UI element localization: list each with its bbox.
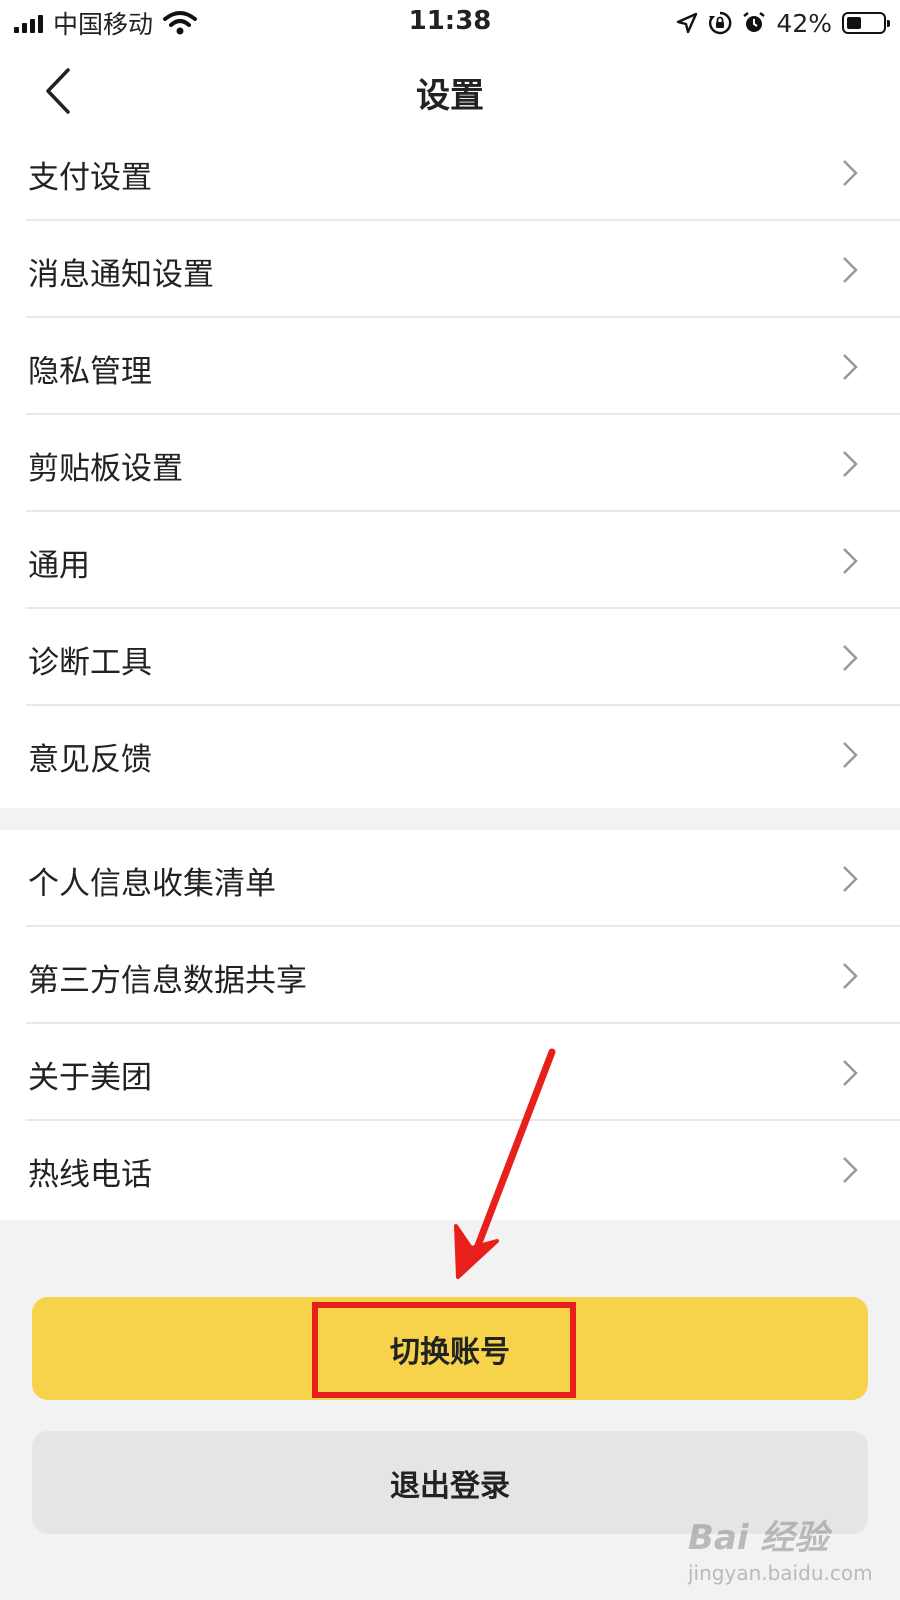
battery-icon — [842, 12, 890, 34]
settings-item-clipboard[interactable]: 剪贴板设置 — [0, 415, 900, 512]
settings-item-label: 第三方信息数据共享 — [28, 963, 307, 999]
nav-bar: 设置 — [0, 46, 900, 136]
watermark: Bai 经验 jingyan.baidu.com — [688, 1510, 888, 1590]
settings-item-notifications[interactable]: 消息通知设置 — [0, 221, 900, 318]
settings-item-label: 隐私管理 — [28, 354, 152, 390]
alarm-icon — [743, 12, 766, 32]
status-right: 42% — [676, 8, 890, 38]
settings-item-label: 意见反馈 — [28, 742, 152, 778]
chevron-right-icon — [843, 354, 858, 380]
chevron-right-icon — [843, 257, 858, 283]
settings-item-payment[interactable]: 支付设置 — [0, 124, 900, 221]
settings-item-label: 支付设置 — [28, 160, 152, 196]
settings-item-personal-info-list[interactable]: 个人信息收集清单 — [0, 830, 900, 927]
settings-item-hotline[interactable]: 热线电话 — [0, 1121, 900, 1218]
rotation-lock-icon — [709, 11, 732, 35]
battery-percent: 42% — [776, 8, 832, 38]
settings-group-info: 个人信息收集清单 第三方信息数据共享 关于美团 热线电话 — [0, 830, 900, 1220]
settings-item-third-party-sharing[interactable]: 第三方信息数据共享 — [0, 927, 900, 1024]
settings-item-label: 个人信息收集清单 — [28, 866, 276, 902]
chevron-right-icon — [843, 548, 858, 574]
settings-group-main: 支付设置 消息通知设置 隐私管理 剪贴板设置 通用 诊断工具 意见反馈 — [0, 124, 900, 808]
chevron-right-icon — [843, 1060, 858, 1086]
switch-account-button[interactable]: 切换账号 — [32, 1297, 868, 1400]
settings-item-label: 通用 — [28, 548, 90, 584]
chevron-right-icon — [843, 645, 858, 671]
settings-item-label: 消息通知设置 — [28, 257, 214, 293]
settings-item-label: 热线电话 — [28, 1157, 152, 1193]
settings-item-about[interactable]: 关于美团 — [0, 1024, 900, 1121]
settings-item-privacy[interactable]: 隐私管理 — [0, 318, 900, 415]
watermark-url: jingyan.baidu.com — [688, 1561, 873, 1585]
settings-item-label: 关于美团 — [28, 1060, 152, 1096]
chevron-right-icon — [843, 1157, 858, 1183]
settings-item-diagnostics[interactable]: 诊断工具 — [0, 609, 900, 706]
watermark-logo: Bai 经验 — [688, 1518, 829, 1558]
chevron-right-icon — [843, 160, 858, 186]
chevron-right-icon — [843, 451, 858, 477]
settings-item-label: 诊断工具 — [28, 645, 152, 681]
page-title: 设置 — [416, 76, 484, 116]
location-icon — [677, 12, 698, 34]
settings-item-general[interactable]: 通用 — [0, 512, 900, 609]
settings-item-feedback[interactable]: 意见反馈 — [0, 706, 900, 803]
chevron-right-icon — [843, 742, 858, 768]
settings-item-label: 剪贴板设置 — [28, 451, 183, 487]
chevron-right-icon — [843, 866, 858, 892]
chevron-right-icon — [843, 963, 858, 989]
status-bar: 中国移动 11:38 42% — [0, 0, 900, 46]
